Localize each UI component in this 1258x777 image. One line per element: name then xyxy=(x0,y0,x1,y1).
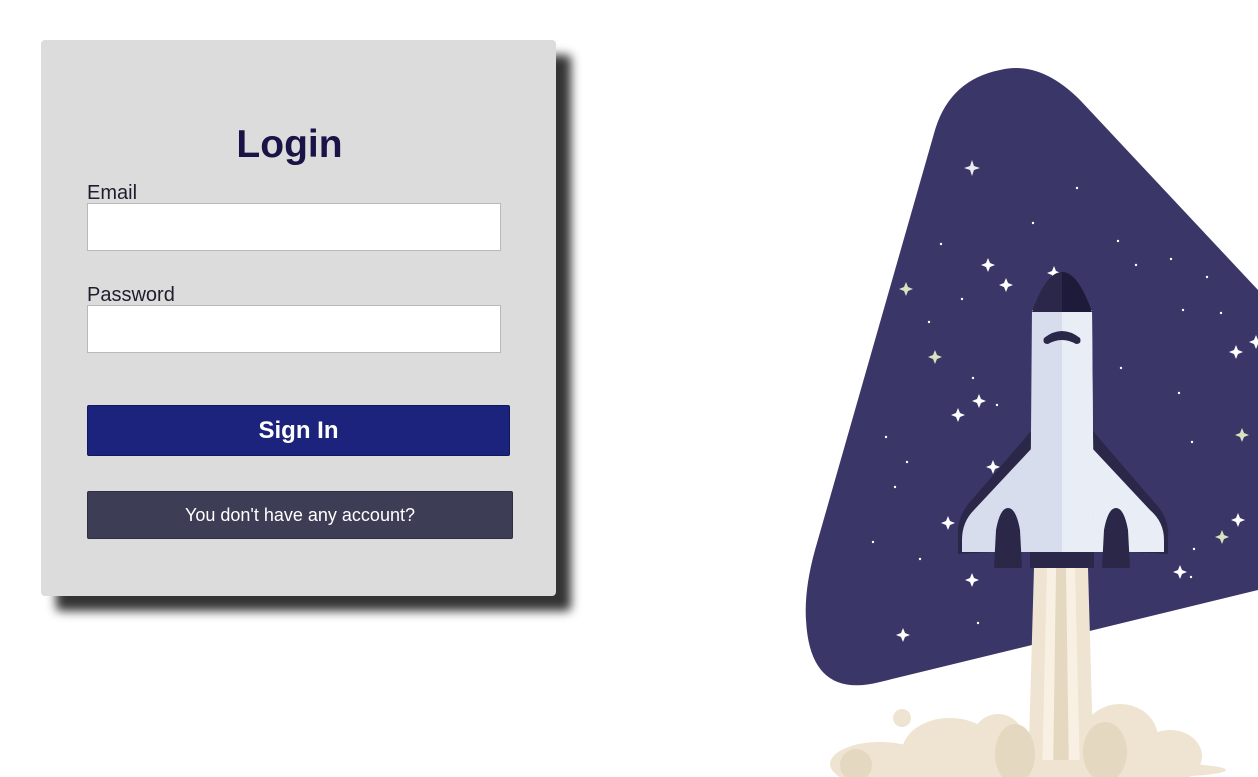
rocket-launch-illustration xyxy=(805,68,1258,777)
login-card: Login Email Password Sign In You don't h… xyxy=(41,40,556,596)
page-title: Login xyxy=(236,123,343,166)
login-page: Login Email Password Sign In You don't h… xyxy=(0,0,1258,777)
email-label: Email xyxy=(87,182,138,204)
email-field[interactable] xyxy=(87,203,501,251)
register-link-button[interactable]: You don't have any account? xyxy=(87,491,513,539)
password-label: Password xyxy=(87,284,175,306)
smoke-clouds xyxy=(830,704,1226,777)
password-field[interactable] xyxy=(87,305,501,353)
sign-in-button[interactable]: Sign In xyxy=(87,405,510,456)
